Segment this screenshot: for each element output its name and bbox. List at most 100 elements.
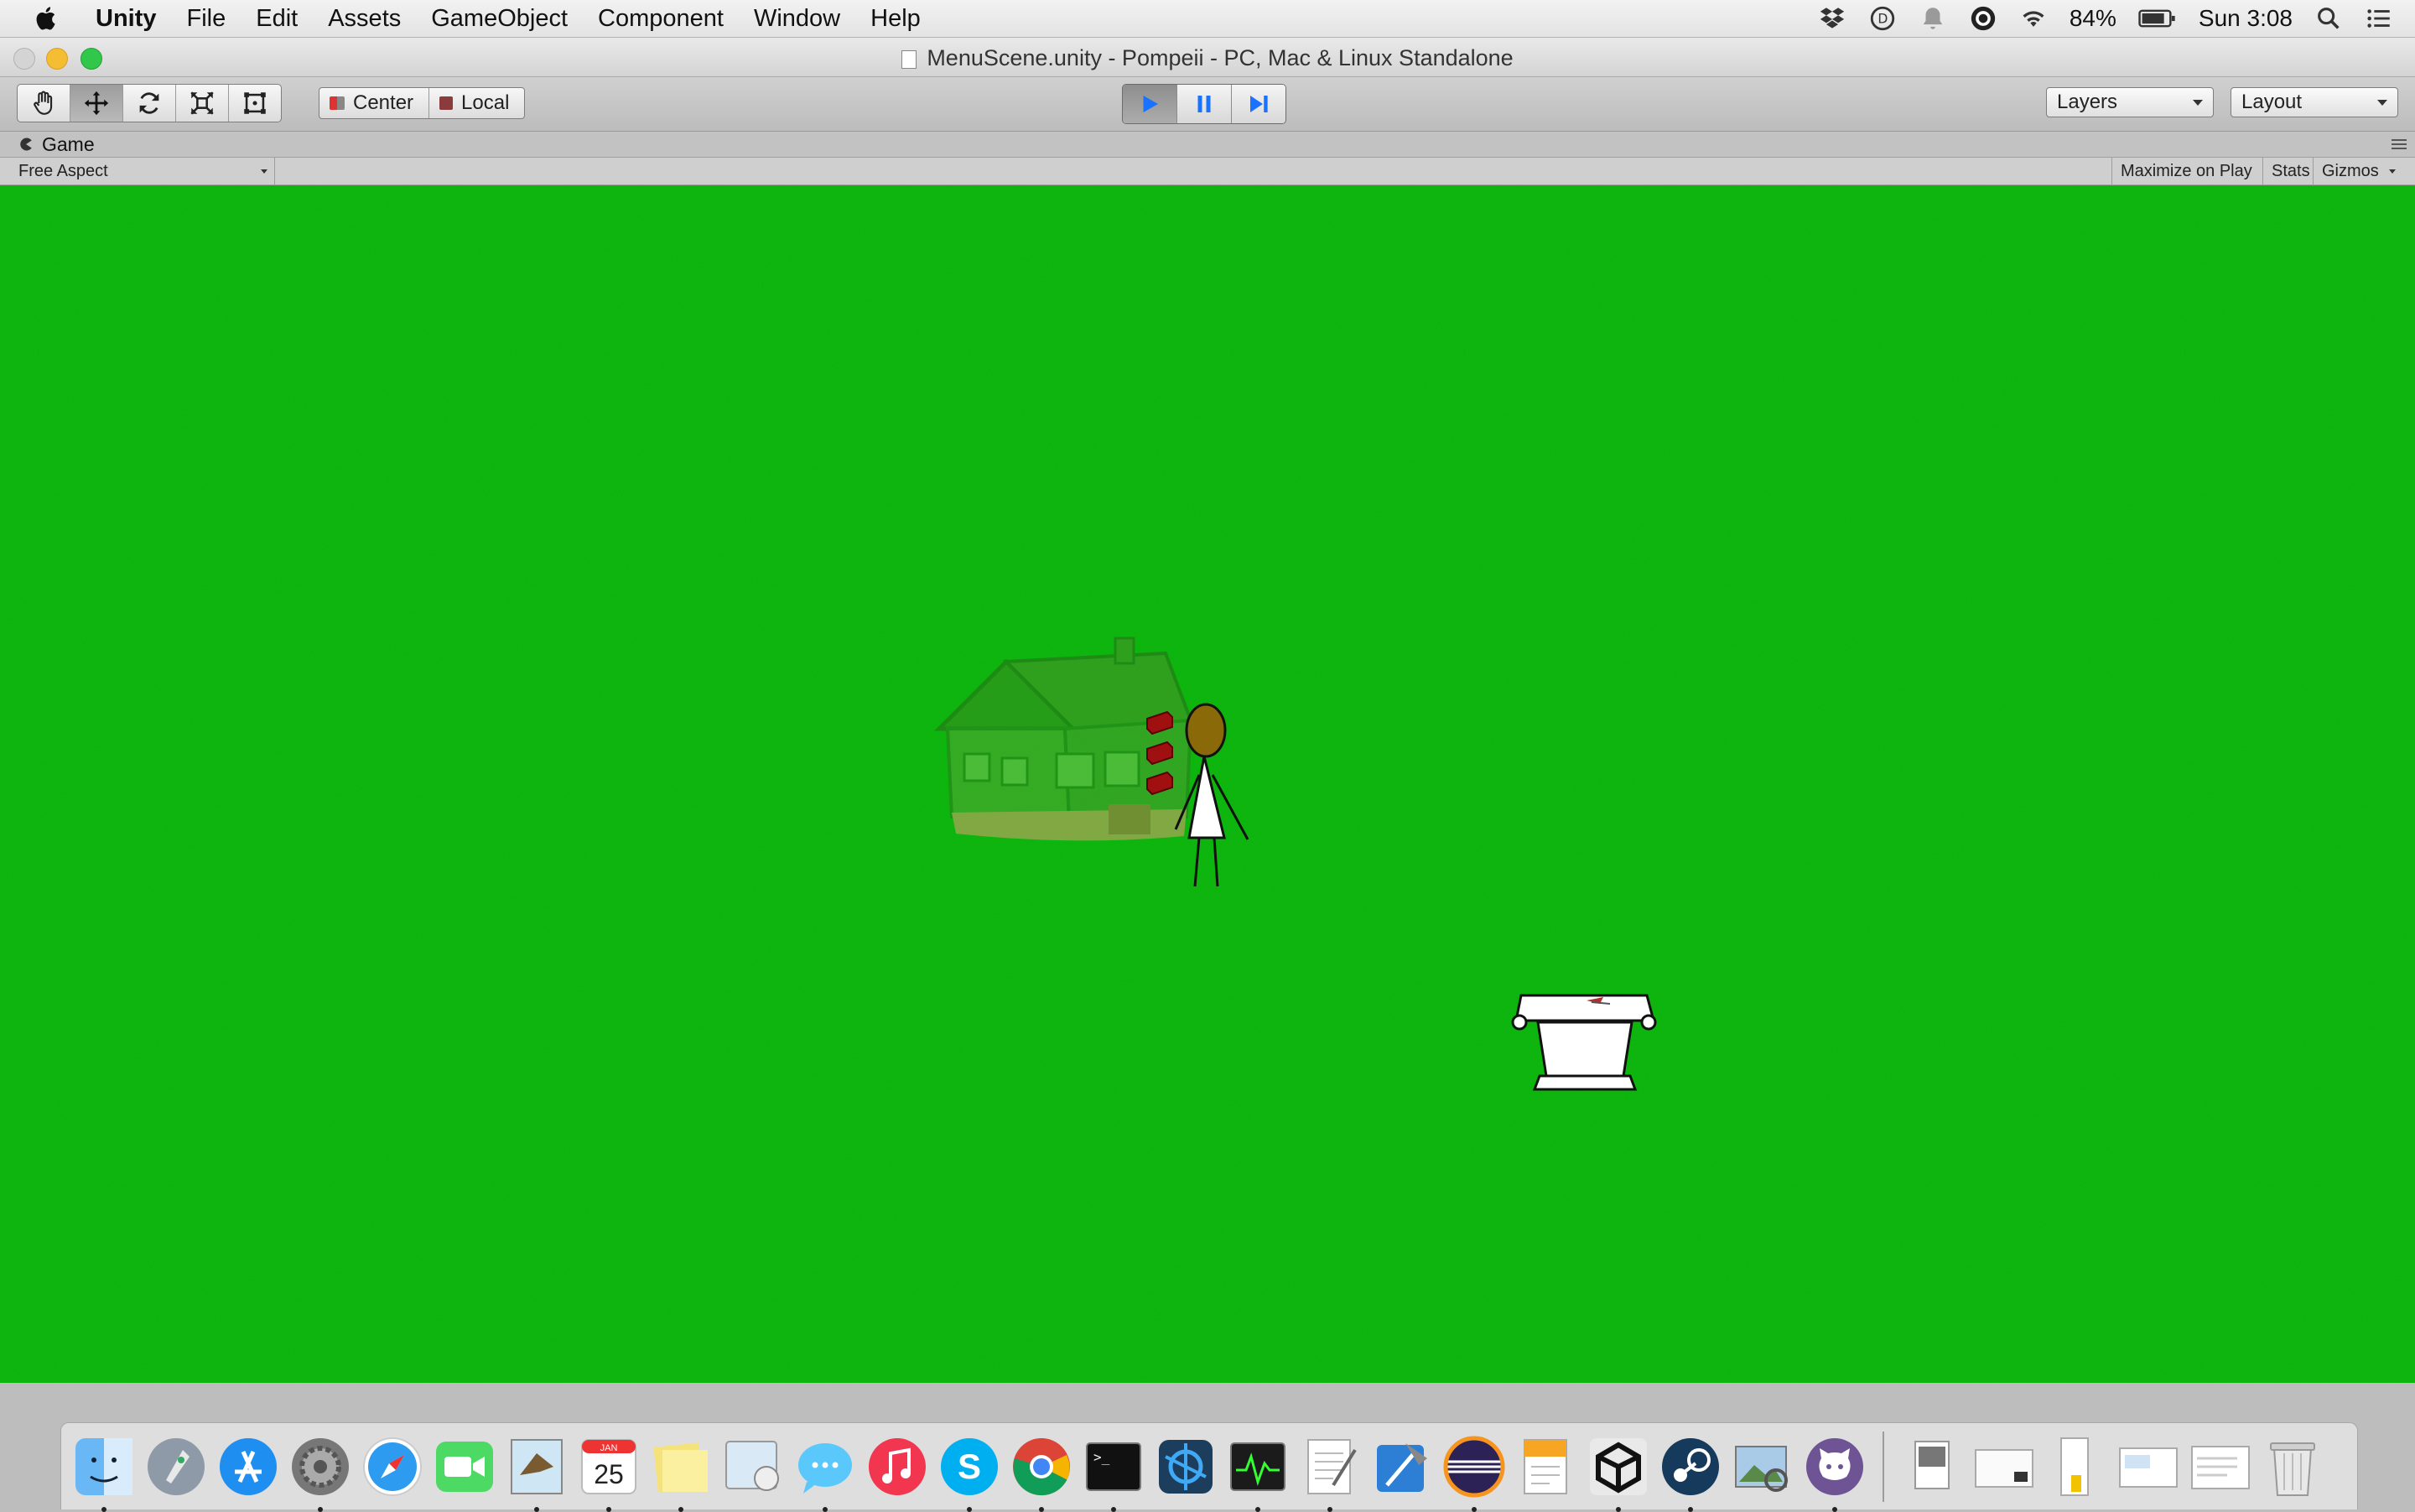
dock-steam[interactable] (1657, 1433, 1724, 1512)
dock-system-preferences[interactable] (287, 1433, 354, 1512)
menu-window[interactable]: Window (739, 5, 855, 33)
system-preferences-icon (292, 1437, 349, 1495)
battery-icon[interactable] (2138, 4, 2177, 33)
wifi-icon[interactable] (2019, 4, 2048, 33)
menu-clock[interactable]: Sun 3:08 (2199, 5, 2293, 32)
play-icon (1143, 96, 1158, 112)
panel-bottom-strip (0, 1383, 2415, 1408)
calendar-month: JAN (600, 1443, 618, 1453)
grammarly-g-icon[interactable] (1969, 4, 1997, 33)
facetime-icon (436, 1441, 493, 1492)
svg-text:D: D (1877, 12, 1888, 27)
ocr-d-icon[interactable]: D (1868, 4, 1897, 33)
panel-tab-bar: Game (0, 132, 2415, 158)
dock-unity[interactable] (1585, 1433, 1652, 1512)
layout-dropdown[interactable]: Layout (2231, 87, 2398, 117)
menu-component[interactable]: Component (583, 5, 739, 33)
hand-tool-button[interactable] (18, 85, 70, 122)
maximize-on-play-toggle[interactable]: Maximize on Play (2111, 158, 2261, 184)
menu-gameobject[interactable]: GameObject (416, 5, 583, 33)
notification-center-list-icon[interactable] (2365, 4, 2393, 33)
scale-tool-button[interactable] (176, 85, 229, 122)
menu-assets[interactable]: Assets (313, 5, 416, 33)
dock-pages[interactable] (1513, 1433, 1580, 1500)
dropbox-icon[interactable] (1818, 4, 1846, 33)
dock-screenshot-stack-1[interactable] (1971, 1433, 2038, 1500)
dock-battle-net[interactable] (1152, 1433, 1219, 1500)
preview-icon (1735, 1445, 1788, 1492)
maximize-on-play-label: Maximize on Play (2121, 161, 2252, 180)
aspect-dropdown[interactable]: Free Aspect (8, 158, 275, 184)
screenshot-thumbnail-icon (2060, 1437, 2089, 1496)
tab-game-label: Game (42, 132, 95, 155)
player-character-sprite[interactable] (1157, 695, 1249, 896)
step-button[interactable] (1232, 85, 1285, 123)
dock-downloads-stack[interactable] (1898, 1433, 1966, 1500)
menu-edit[interactable]: Edit (241, 5, 313, 33)
photo-booth-icon (725, 1440, 779, 1491)
pivot-toggles: Center Local (319, 87, 526, 119)
layers-dropdown[interactable]: Layers (2046, 87, 2214, 117)
dock-screenshot-stack-2[interactable] (2043, 1433, 2110, 1500)
dock-stickies[interactable] (647, 1433, 714, 1512)
dock-itunes[interactable] (864, 1433, 931, 1500)
move-tool-button[interactable] (70, 85, 123, 122)
dock-chrome[interactable] (1008, 1433, 1075, 1512)
window-title: MenuScene.unity - Pompeii - PC, Mac & Li… (0, 45, 2415, 71)
spotlight-search-icon[interactable] (2314, 4, 2343, 33)
game-viewport[interactable] (0, 185, 2415, 1383)
dock-screenshot-stack-3[interactable] (2115, 1433, 2182, 1500)
dock-calendar[interactable]: JAN 25 (575, 1433, 642, 1512)
stats-toggle[interactable]: Stats (2262, 158, 2319, 184)
panel-menu-icon[interactable] (2390, 137, 2408, 152)
menu-app-unity[interactable]: Unity (80, 5, 172, 33)
dock-finder[interactable] (70, 1433, 138, 1512)
gizmos-label: Gizmos (2322, 161, 2379, 180)
dock-xcode[interactable] (1368, 1433, 1436, 1500)
dock-app-store[interactable] (215, 1433, 282, 1500)
game-view-toolbar: Free Aspect Maximize on Play Stats Gizmo… (0, 158, 2415, 185)
rotate-tool-button[interactable] (123, 85, 176, 122)
pedestal-sprite[interactable] (1509, 992, 1660, 1097)
dock-screenshot-stack-4[interactable] (2187, 1433, 2254, 1500)
dock-photo-booth[interactable] (719, 1433, 787, 1500)
preview-eagle-icon (511, 1438, 563, 1494)
dock-github[interactable] (1801, 1433, 1868, 1512)
document-stack-icon (1914, 1440, 1950, 1489)
play-button[interactable] (1123, 85, 1177, 123)
chevron-down-icon (2388, 169, 2396, 174)
unity-icon (1590, 1437, 1647, 1495)
battery-percent: 84% (2069, 5, 2116, 31)
rect-tool-button[interactable] (229, 85, 281, 122)
layout-label: Layout (2241, 91, 2303, 113)
calendar-day: 25 (594, 1459, 624, 1489)
dock-eclipse[interactable] (1441, 1433, 1508, 1512)
notification-bell-icon[interactable] (1919, 4, 1947, 33)
play-controls (1122, 84, 1286, 124)
dock-activity-monitor[interactable] (1224, 1433, 1291, 1512)
dock-textedit[interactable] (1296, 1433, 1363, 1512)
dock-preview[interactable] (1729, 1433, 1796, 1500)
menu-file[interactable]: File (172, 5, 242, 33)
itunes-icon (869, 1437, 926, 1495)
menu-help[interactable]: Help (855, 5, 936, 33)
activity-monitor-icon (1230, 1442, 1285, 1491)
dock-terminal[interactable]: >_ (1080, 1433, 1147, 1512)
dock-skype[interactable]: S (936, 1433, 1003, 1512)
window-title-bar: MenuScene.unity - Pompeii - PC, Mac & Li… (0, 38, 2415, 77)
dock-trash[interactable] (2259, 1433, 2326, 1500)
dock-facetime[interactable] (431, 1433, 498, 1500)
dock-messages[interactable] (792, 1433, 859, 1512)
gizmos-dropdown[interactable]: Gizmos (2313, 158, 2402, 184)
pivot-local-button[interactable]: Local (429, 88, 524, 118)
pivot-center-button[interactable]: Center (319, 88, 430, 118)
dock-safari[interactable] (359, 1433, 426, 1500)
tab-game[interactable]: Game (7, 132, 106, 157)
trash-icon (2270, 1442, 2315, 1496)
pause-button[interactable] (1177, 85, 1232, 123)
hand-icon (34, 91, 53, 115)
apple-icon[interactable] (30, 3, 62, 34)
screenshot-thumbnail-icon (1975, 1448, 2033, 1488)
dock-launchpad[interactable] (143, 1433, 210, 1500)
dock-preview-eagle[interactable] (503, 1433, 570, 1512)
